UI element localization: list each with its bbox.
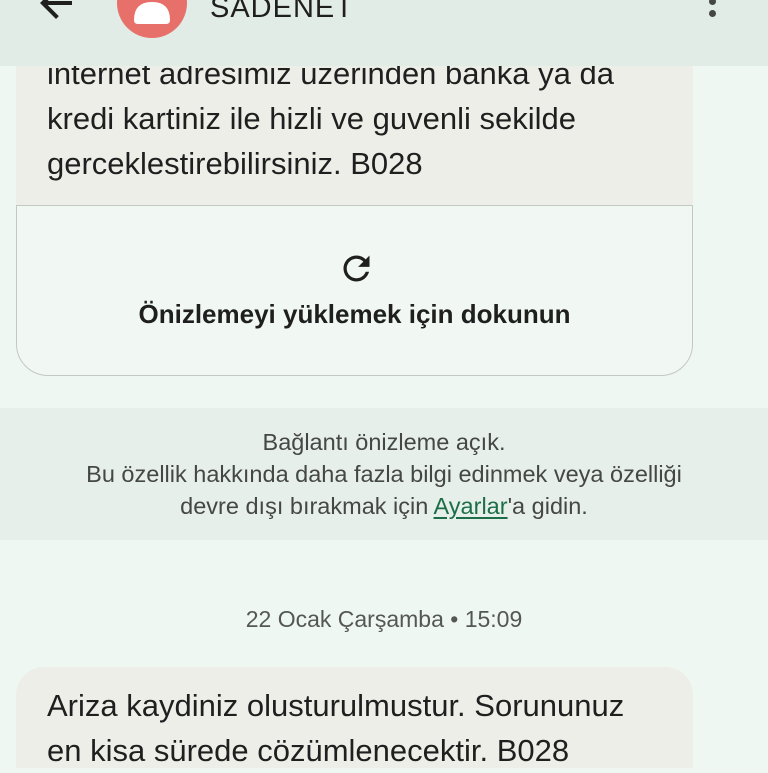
message-line: kredi kartiniz ile hizli ve guvenli seki… [47, 100, 576, 136]
settings-link[interactable]: Ayarlar [434, 493, 508, 519]
link-preview-card[interactable]: Önizlemeyi yüklemek için dokunun [16, 205, 693, 376]
load-preview-label: Önizlemeyi yüklemek için dokunun [138, 299, 571, 329]
notice-line: Bu özellik hakkında daha fazla bilgi edi… [86, 461, 682, 487]
contact-title[interactable]: SADENET [210, 0, 354, 24]
notice-line: Bağlantı önizleme açık. [262, 429, 506, 455]
message-text: Ariza kaydiniz olusturulmustur. Sorununu… [47, 683, 624, 773]
conversation-header: SADENET [0, 0, 768, 66]
more-options-button[interactable] [700, 0, 724, 24]
message-text: internet adresimiz uzerinden banka ya da… [47, 51, 614, 186]
notice-text: devre dışı bırakmak için [180, 493, 434, 519]
back-button[interactable] [32, 0, 80, 27]
message-line: gerceklestirebilirsiniz. B028 [47, 145, 423, 181]
message-bubble[interactable]: Ariza kaydiniz olusturulmustur. Sorununu… [16, 667, 693, 768]
date-timestamp: 22 Ocak Çarşamba • 15:09 [245, 606, 523, 632]
person-icon [117, 0, 187, 38]
message-line: Ariza kaydiniz olusturulmustur. Sorununu… [47, 687, 625, 723]
link-preview-notice: Bağlantı önizleme açık. Bu özellik hakkı… [0, 408, 768, 540]
arrow-back-icon [40, 0, 72, 19]
avatar[interactable] [117, 0, 187, 38]
notice-line: devre dışı bırakmak için Ayarlar'a gidin… [0, 490, 768, 522]
refresh-icon [337, 249, 376, 288]
message-line: en kisa sürede cözümlenecektir. B028 [47, 732, 570, 768]
notice-text: 'a gidin. [507, 493, 588, 519]
